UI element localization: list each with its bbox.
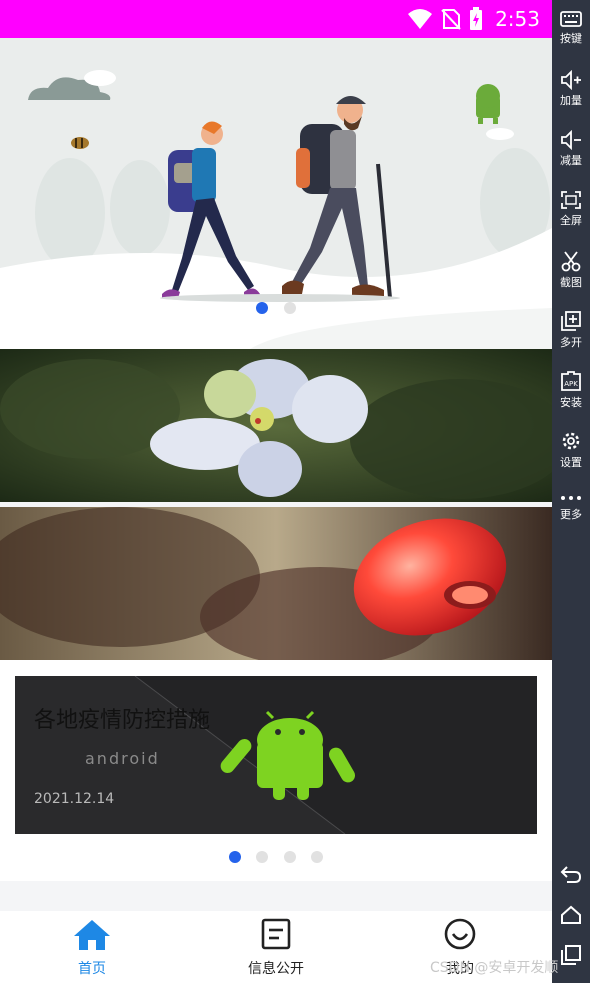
hikers-illustration xyxy=(0,38,552,349)
home-icon[interactable] xyxy=(559,903,583,927)
volume-down-icon xyxy=(561,130,581,150)
svg-text:APK: APK xyxy=(564,380,578,388)
news-indicator[interactable] xyxy=(311,851,323,863)
volume-up-icon xyxy=(561,70,581,90)
no-sim-icon xyxy=(441,9,461,30)
toolbar-multi-open-button[interactable]: 多开 xyxy=(552,310,590,350)
recents-icon[interactable] xyxy=(559,943,583,967)
toolbar-screenshot-button[interactable]: 截图 xyxy=(552,250,590,290)
toolbar-install-button[interactable]: APK 安装 xyxy=(552,370,590,410)
toolbar-label: 按键 xyxy=(560,32,582,45)
home-icon xyxy=(74,920,110,950)
smiley-icon xyxy=(444,918,476,950)
fullscreen-icon xyxy=(561,191,581,209)
hero-banner[interactable] xyxy=(0,38,552,349)
apk-icon: APK xyxy=(561,371,581,391)
toolbar-settings-button[interactable]: 设置 xyxy=(552,430,590,470)
android-logo-text: android xyxy=(85,749,160,768)
nav-tab-home[interactable]: 首页 xyxy=(0,911,184,983)
more-dots-icon xyxy=(561,496,581,500)
multi-window-icon xyxy=(561,311,581,331)
toolbar-label: 多开 xyxy=(560,336,582,349)
toolbar-label: 更多 xyxy=(560,508,582,521)
toolbar-fullscreen-button[interactable]: 全屏 xyxy=(552,190,590,228)
toolbar-keys-button[interactable]: 按键 xyxy=(552,10,590,46)
news-indicator[interactable] xyxy=(284,851,296,863)
lantern-photo xyxy=(0,507,552,660)
news-date: 2021.12.14 xyxy=(34,791,115,807)
carousel-indicator-active[interactable] xyxy=(256,302,268,314)
wifi-icon xyxy=(408,9,433,29)
document-icon xyxy=(261,918,291,950)
toolbar-label: 全屏 xyxy=(560,214,582,227)
news-carousel[interactable]: android 各地疫情防控措施 2021.12.14 xyxy=(0,660,552,881)
watermark: CSDN @安卓开发顺 xyxy=(430,960,559,976)
toolbar-volume-up-button[interactable]: 加量 xyxy=(552,70,590,108)
toolbar-label: 设置 xyxy=(560,456,582,469)
toolbar-volume-down-button[interactable]: 减量 xyxy=(552,130,590,168)
toolbar-more-button[interactable]: 更多 xyxy=(552,492,590,522)
scissors-icon xyxy=(561,251,581,272)
carousel-indicator[interactable] xyxy=(284,302,296,314)
news-indicator-active[interactable] xyxy=(229,851,241,863)
toolbar-label: 安装 xyxy=(560,396,582,409)
news-card[interactable]: android 各地疫情防控措施 2021.12.14 xyxy=(15,676,537,834)
gear-icon xyxy=(562,432,580,450)
news-title: 各地疫情防控措施 xyxy=(34,708,211,733)
toolbar-label: 截图 xyxy=(560,276,582,289)
toolbar-label: 加量 xyxy=(560,94,582,107)
news-indicator[interactable] xyxy=(256,851,268,863)
flower-image[interactable] xyxy=(0,349,552,502)
nav-label-info: 信息公开 xyxy=(248,961,304,977)
main-content[interactable]: android 各地疫情防控措施 2021.12.14 xyxy=(0,38,552,911)
flower-photo xyxy=(0,349,552,502)
lantern-image[interactable] xyxy=(0,507,552,660)
back-icon[interactable] xyxy=(559,862,583,886)
nav-label-home: 首页 xyxy=(78,961,106,977)
keyboard-icon xyxy=(560,11,582,27)
nav-tab-info[interactable]: 信息公开 xyxy=(184,911,368,983)
status-bar: 2:53 xyxy=(0,0,552,38)
toolbar-label: 减量 xyxy=(560,154,582,167)
android-banner-art: android xyxy=(15,676,537,834)
battery-charging-icon xyxy=(470,7,483,30)
clock: 2:53 xyxy=(495,7,540,31)
emulator-toolbar: 按键 加量 减量 全屏 截图 多开 APK 安装 设置 更多 xyxy=(552,0,590,983)
